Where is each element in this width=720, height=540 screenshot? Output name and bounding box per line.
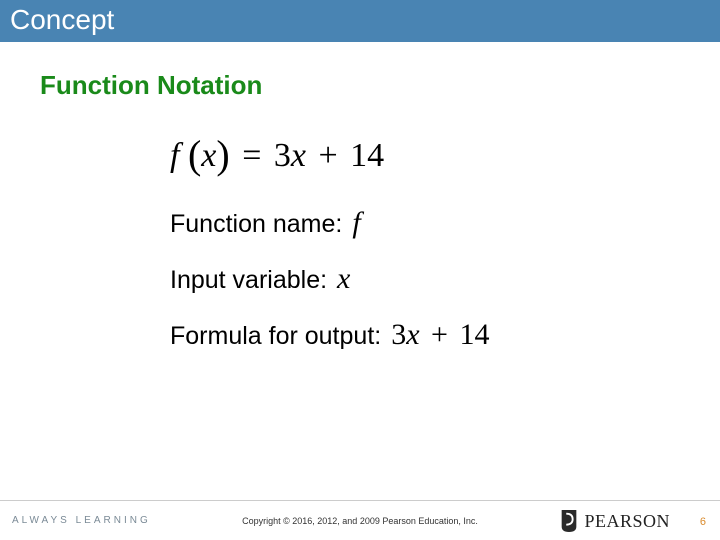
eq-plus: + [314, 137, 341, 174]
eq-equals: = [238, 137, 265, 174]
section-title: Function Notation [40, 70, 680, 101]
footer-copyright: Copyright © 2016, 2012, and 2009 Pearson… [242, 516, 478, 526]
header-bar: Concept [0, 0, 720, 42]
eq-const: 14 [350, 137, 384, 174]
function-name-row: Function name: f [170, 206, 680, 240]
input-variable-row: Input variable: x [170, 262, 680, 296]
pearson-logo-text: PEARSON [584, 511, 670, 532]
slide-category-title: Concept [10, 4, 710, 36]
function-name-label: Function name: [170, 210, 342, 239]
formula-output-row: Formula for output: 3x + 14 [170, 318, 680, 352]
slide-content: Function Notation f (x) = 3x + 14 Functi… [0, 42, 720, 352]
pearson-logo-icon [558, 508, 580, 534]
footer-tagline: ALWAYS LEARNING [12, 515, 151, 526]
formula-var: x [406, 318, 419, 351]
input-variable-value: x [337, 262, 350, 296]
formula-coef: 3 [391, 318, 406, 351]
function-name-value: f [352, 206, 360, 240]
formula-const: 14 [459, 318, 489, 351]
eq-variable: x [201, 137, 216, 174]
main-equation: f (x) = 3x + 14 [170, 129, 680, 176]
eq-function-letter: f [170, 137, 179, 174]
pearson-logo: PEARSON [558, 508, 670, 534]
eq-left-paren: ( [188, 132, 201, 177]
input-variable-label: Input variable: [170, 266, 327, 295]
eq-rhs-var: x [291, 137, 306, 174]
formula-output-label: Formula for output: [170, 322, 381, 351]
page-number: 6 [700, 516, 706, 528]
footer-bar: ALWAYS LEARNING Copyright © 2016, 2012, … [0, 500, 720, 540]
formula-plus: + [427, 318, 452, 351]
eq-coef: 3 [274, 137, 291, 174]
eq-right-paren: ) [216, 132, 229, 177]
